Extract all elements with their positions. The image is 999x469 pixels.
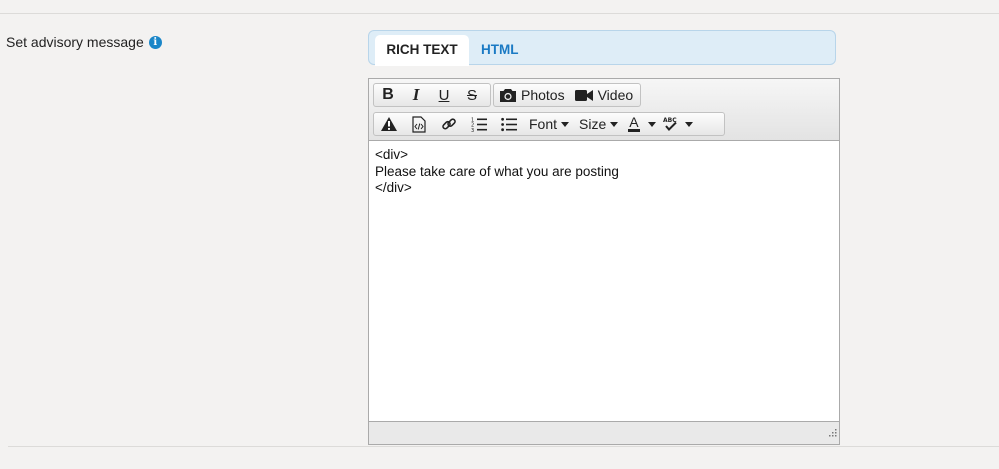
spellcheck-button[interactable]: ABC bbox=[659, 113, 683, 135]
chevron-down-icon bbox=[684, 121, 693, 127]
text-color-icon: A bbox=[628, 114, 640, 132]
spellcheck-dropdown[interactable] bbox=[683, 113, 697, 135]
link-button[interactable] bbox=[434, 113, 464, 135]
svg-text:3: 3 bbox=[471, 127, 474, 131]
underline-button[interactable]: U bbox=[430, 84, 458, 106]
editor-mode-tabs: RICH TEXT HTML bbox=[368, 30, 836, 66]
text-color-dropdown[interactable] bbox=[645, 113, 659, 135]
chevron-down-icon bbox=[561, 121, 570, 127]
italic-button[interactable]: I bbox=[402, 84, 430, 106]
advisory-message-label: Set advisory message i bbox=[6, 34, 162, 50]
photos-button[interactable]: Photos bbox=[494, 84, 570, 106]
source-code-button[interactable] bbox=[404, 113, 434, 135]
size-dropdown[interactable]: Size bbox=[574, 113, 623, 135]
video-camera-icon bbox=[574, 89, 594, 102]
formatting-group: B I U S bbox=[373, 83, 491, 107]
numbered-list-button[interactable]: 123 bbox=[464, 113, 494, 135]
field-label-text: Set advisory message bbox=[6, 34, 144, 50]
bold-button[interactable]: B bbox=[374, 84, 402, 106]
media-group: Photos Video bbox=[493, 83, 641, 107]
numbered-list-icon: 123 bbox=[471, 117, 487, 132]
camera-icon bbox=[499, 88, 517, 103]
insert-group: 123 Font Size A ABC bbox=[373, 112, 725, 136]
font-label: Font bbox=[529, 116, 558, 132]
editor-statusbar bbox=[369, 421, 839, 444]
font-dropdown[interactable]: Font bbox=[524, 113, 574, 135]
editor-toolbar: B I U S Photos Video 1 2 3 Font Size A A… bbox=[369, 79, 839, 141]
video-button[interactable]: Video bbox=[570, 84, 639, 106]
top-divider bbox=[0, 13, 999, 14]
size-label: Size bbox=[579, 116, 607, 132]
bottom-divider bbox=[8, 446, 999, 447]
tab-rich-text[interactable]: RICH TEXT bbox=[375, 35, 469, 66]
text-color-button[interactable]: A bbox=[623, 113, 644, 135]
editor-content-area[interactable]: <div> Please take care of what you are p… bbox=[375, 147, 833, 197]
bulleted-list-icon bbox=[501, 117, 517, 132]
photos-label: Photos bbox=[521, 87, 565, 103]
video-label: Video bbox=[597, 87, 634, 103]
info-icon[interactable]: i bbox=[148, 35, 162, 49]
link-icon bbox=[441, 116, 457, 132]
warning-button[interactable] bbox=[374, 113, 404, 135]
rich-text-editor: B I U S Photos Video 1 2 3 Font Size A A… bbox=[368, 78, 840, 445]
spellcheck-icon: ABC bbox=[663, 116, 681, 132]
content-line: Please take care of what you are posting bbox=[375, 163, 619, 179]
bulleted-list-button[interactable] bbox=[494, 113, 524, 135]
chevron-down-icon bbox=[610, 121, 619, 127]
resize-grip-icon[interactable] bbox=[827, 424, 837, 442]
strikethrough-button[interactable]: S bbox=[458, 84, 486, 106]
chevron-down-icon bbox=[647, 121, 656, 127]
content-line: <div> bbox=[375, 147, 409, 162]
content-line: </div> bbox=[375, 180, 412, 195]
source-code-icon bbox=[412, 115, 426, 133]
warning-icon bbox=[381, 117, 397, 131]
tab-html[interactable]: HTML bbox=[481, 35, 519, 66]
